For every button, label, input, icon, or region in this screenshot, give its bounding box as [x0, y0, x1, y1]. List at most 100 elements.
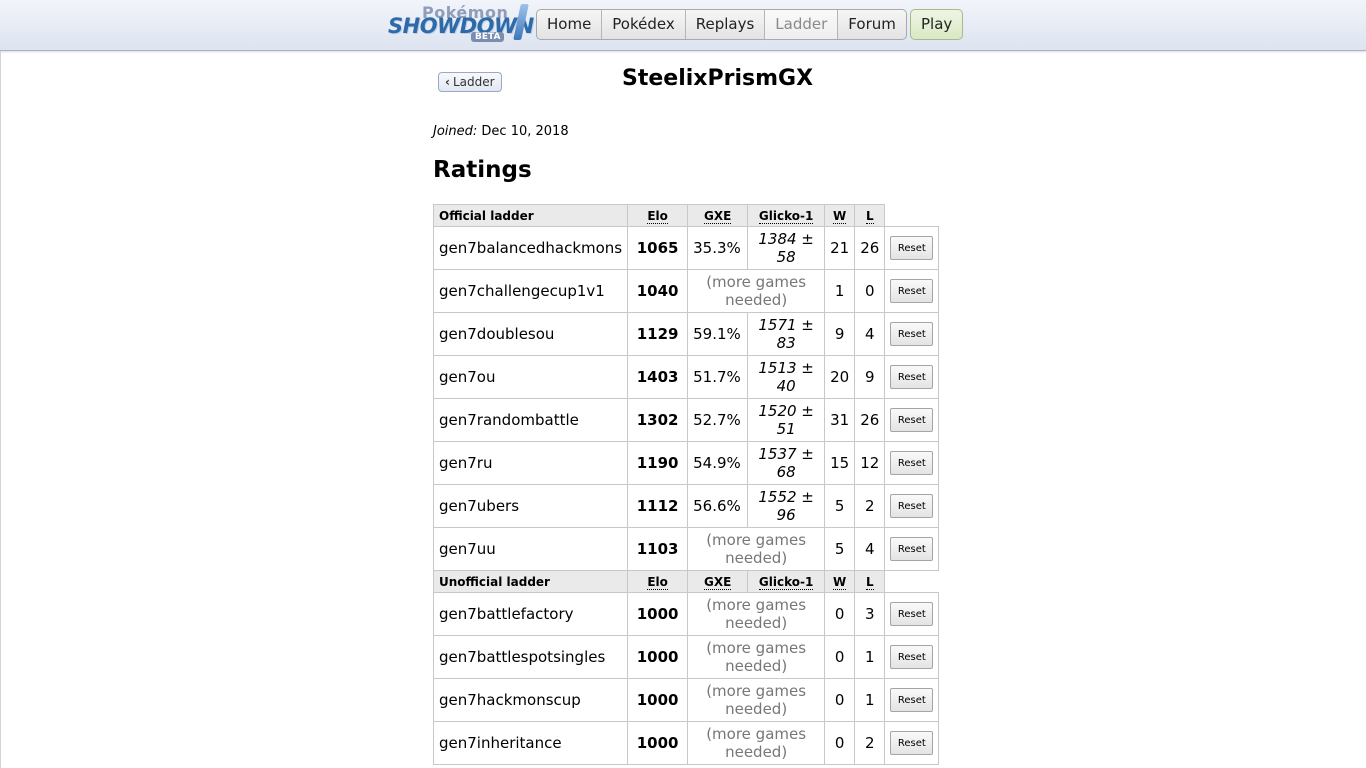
elo-rating: 1040 — [627, 269, 689, 313]
wins-header: W — [833, 208, 847, 224]
wins-count: 5 — [824, 527, 856, 571]
wins-count: 20 — [824, 355, 856, 399]
reset-cell: Reset — [884, 527, 940, 571]
reset-cell: Reset — [884, 226, 940, 270]
glicko-value: 1537 ± 68 — [747, 441, 826, 485]
reset-cell: Reset — [884, 678, 940, 722]
reset-cell: Reset — [884, 592, 940, 636]
reset-cell: Reset — [884, 355, 940, 399]
table-row: gen7ubers 1112 56.6% 1552 ± 96 5 2 Reset — [432, 484, 940, 528]
ratings-heading: Ratings — [433, 157, 532, 183]
format-name: gen7ou — [432, 355, 629, 399]
table-row: gen7uu 1103 (more games needed) 5 4 Reset — [432, 527, 940, 571]
elo-rating: 1000 — [627, 721, 689, 765]
header-spacer — [885, 571, 939, 593]
elo-rating: 1000 — [627, 635, 689, 679]
wins-header-cell: W — [824, 204, 856, 227]
nav-pokedex[interactable]: Pokédex — [602, 10, 686, 39]
reset-button[interactable]: Reset — [890, 279, 934, 303]
losses-header-cell: L — [854, 570, 886, 593]
losses-count: 3 — [854, 592, 886, 636]
reset-button[interactable]: Reset — [890, 537, 934, 561]
nav-replays[interactable]: Replays — [686, 10, 766, 39]
reset-button[interactable]: Reset — [890, 365, 934, 389]
gxe-header-cell: GXE — [687, 204, 749, 227]
reset-button[interactable]: Reset — [890, 688, 934, 712]
glicko-header: Glicko-1 — [758, 574, 814, 590]
reset-button[interactable]: Reset — [890, 645, 934, 669]
elo-header: Elo — [647, 574, 668, 590]
gxe-value: 56.6% — [687, 484, 749, 528]
wins-count: 21 — [824, 226, 856, 270]
reset-cell: Reset — [884, 721, 940, 765]
more-games-needed: (more games needed) — [687, 527, 826, 571]
reset-button[interactable]: Reset — [890, 408, 934, 432]
reset-button[interactable]: Reset — [890, 451, 934, 475]
elo-rating: 1129 — [627, 312, 689, 356]
elo-rating: 1000 — [627, 592, 689, 636]
reset-cell: Reset — [884, 398, 940, 442]
elo-header-cell: Elo — [627, 204, 689, 227]
back-to-ladder-button[interactable]: ‹ Ladder — [438, 72, 502, 92]
wins-count: 15 — [824, 441, 856, 485]
format-name: gen7randombattle — [432, 398, 629, 442]
back-button-label: Ladder — [452, 75, 495, 89]
ladder-section-header: Unofficial ladder Elo GXE Glicko-1 W L — [432, 570, 939, 593]
joined-label: Joined: — [433, 124, 478, 139]
elo-rating: 1000 — [627, 678, 689, 722]
play-button[interactable]: Play — [910, 9, 964, 40]
ladder-section-title: Official ladder — [432, 204, 629, 227]
elo-rating: 1302 — [627, 398, 689, 442]
format-name: gen7battlefactory — [432, 592, 629, 636]
losses-count: 4 — [854, 312, 886, 356]
losses-count: 26 — [854, 398, 886, 442]
wins-count: 0 — [824, 592, 856, 636]
reset-button[interactable]: Reset — [890, 322, 934, 346]
gxe-value: 54.9% — [687, 441, 749, 485]
format-name: gen7ru — [432, 441, 629, 485]
table-row: gen7challengecup1v1 1040 (more games neede… — [432, 269, 940, 313]
reset-cell: Reset — [884, 441, 940, 485]
format-name: gen7balancedhackmons — [432, 226, 629, 270]
format-name: gen7hackmonscup — [432, 678, 629, 722]
losses-header: L — [865, 208, 874, 224]
pokemon-showdown-logo[interactable]: Pokémon SHOWDOWN BETA — [386, 2, 534, 46]
ratings-table: Official ladder Elo GXE Glicko-1 W Lgen7balan… — [432, 204, 940, 765]
elo-header-cell: Elo — [627, 570, 689, 593]
site-header: Pokémon SHOWDOWN BETA Home Pokédex Repla… — [0, 0, 1366, 51]
reset-button[interactable]: Reset — [890, 731, 934, 755]
losses-count: 0 — [854, 269, 886, 313]
losses-count: 1 — [854, 678, 886, 722]
nav-forum[interactable]: Forum — [838, 10, 906, 39]
losses-count: 26 — [854, 226, 886, 270]
joined-info: Joined: Dec 10, 2018 — [433, 124, 569, 139]
table-row: gen7ru 1190 54.9% 1537 ± 68 15 12 Reset — [432, 441, 940, 485]
more-games-needed: (more games needed) — [687, 592, 826, 636]
losses-count: 12 — [854, 441, 886, 485]
nav-home[interactable]: Home — [537, 10, 603, 39]
logo-main-text: SHOWDOWN — [388, 14, 534, 38]
reset-button[interactable]: Reset — [890, 236, 934, 260]
losses-count: 4 — [854, 527, 886, 571]
wins-count: 0 — [824, 635, 856, 679]
losses-count: 2 — [854, 484, 886, 528]
nav-ladder[interactable]: Ladder — [765, 10, 839, 39]
gxe-header: GXE — [703, 574, 732, 590]
reset-button[interactable]: Reset — [890, 494, 934, 518]
more-games-needed: (more games needed) — [687, 678, 826, 722]
gxe-value: 52.7% — [687, 398, 749, 442]
gxe-header-cell: GXE — [687, 570, 749, 593]
chevron-left-icon: ‹ — [445, 75, 450, 89]
gxe-header: GXE — [703, 208, 732, 224]
glicko-value: 1552 ± 96 — [747, 484, 826, 528]
reset-button[interactable]: Reset — [890, 602, 934, 626]
format-name: gen7challengecup1v1 — [432, 269, 629, 313]
more-games-needed: (more games needed) — [687, 721, 826, 765]
wins-count: 1 — [824, 269, 856, 313]
table-row: gen7battlefactory 1000 (more games needed)… — [432, 592, 940, 636]
table-row: gen7inheritance 1000 (more games needed) 0 2… — [432, 721, 940, 765]
elo-rating: 1103 — [627, 527, 689, 571]
logo-beta-badge: BETA — [471, 32, 505, 42]
table-row: gen7balancedhackmons 1065 35.3% 1384 ± 58 21… — [432, 226, 940, 270]
losses-header: L — [865, 574, 874, 590]
